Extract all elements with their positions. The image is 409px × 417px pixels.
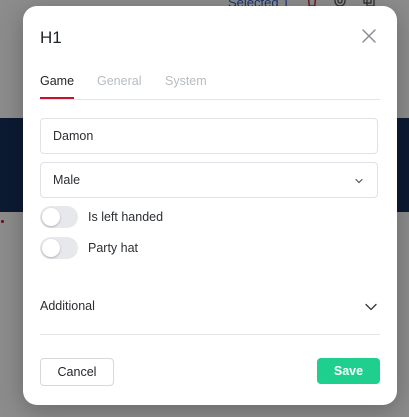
additional-section-toggle[interactable]: Additional bbox=[40, 294, 380, 335]
modal-title: H1 bbox=[40, 28, 62, 47]
tab-general[interactable]: General bbox=[97, 73, 141, 98]
name-input-value: Damon bbox=[53, 129, 94, 143]
gender-select-value: Male bbox=[53, 173, 81, 187]
left-handed-label: Is left handed bbox=[88, 210, 164, 224]
tab-general-label: General bbox=[97, 74, 142, 88]
toggle-knob bbox=[42, 208, 60, 226]
party-hat-toggle[interactable] bbox=[40, 237, 78, 259]
edit-modal: H1 Game General System Damon Male Is lef… bbox=[23, 6, 397, 405]
save-button[interactable]: Save bbox=[317, 358, 380, 384]
gender-select[interactable]: Male bbox=[40, 162, 378, 198]
modal-tabs: Game General System bbox=[40, 73, 380, 100]
active-tab-indicator bbox=[40, 97, 74, 99]
left-handed-toggle[interactable] bbox=[40, 206, 78, 228]
party-hat-row: Party hat bbox=[40, 237, 240, 261]
chevron-down-icon bbox=[355, 178, 363, 184]
chevron-down-icon bbox=[365, 303, 377, 311]
cancel-button[interactable]: Cancel bbox=[40, 358, 114, 386]
tab-game[interactable]: Game bbox=[40, 73, 75, 99]
tab-game-label: Game bbox=[40, 74, 75, 88]
tab-system-label: System bbox=[165, 74, 207, 88]
additional-label: Additional bbox=[40, 299, 95, 313]
toggle-knob bbox=[42, 239, 60, 257]
close-icon[interactable] bbox=[359, 26, 379, 46]
party-hat-label: Party hat bbox=[88, 241, 139, 255]
name-input[interactable]: Damon bbox=[40, 118, 378, 154]
tab-system[interactable]: System bbox=[165, 73, 207, 98]
left-handed-row: Is left handed bbox=[40, 206, 240, 230]
